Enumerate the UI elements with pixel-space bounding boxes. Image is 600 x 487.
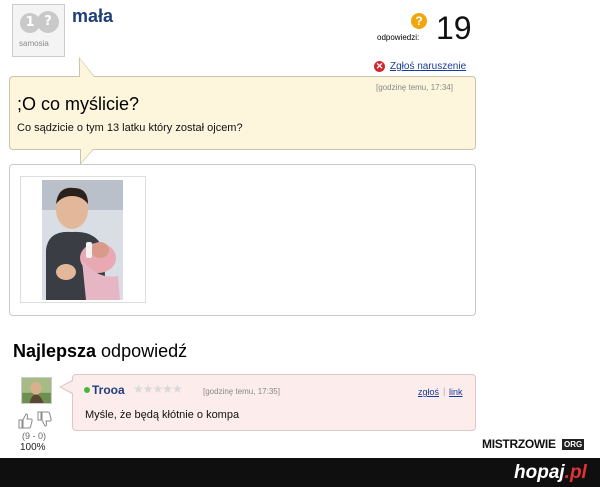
hopaj-logo-main: hopaj xyxy=(514,462,565,483)
answer-text: Myśle, że będą kłótnie o kompa xyxy=(85,409,240,421)
answers-count: 19 xyxy=(436,10,472,46)
answer-avatar[interactable] xyxy=(21,377,52,404)
question-body: Co sądzicie o tym 13 latku który został … xyxy=(17,122,243,134)
question-title: ;O co myślicie? xyxy=(17,94,140,114)
best-answer-heading-bold: Najlepsza xyxy=(13,341,97,361)
hopaj-logo: hopaj.pl xyxy=(514,462,587,484)
vote-count: (9 - 0) xyxy=(22,431,47,441)
answer-report-link[interactable]: zgłoś xyxy=(418,387,439,397)
report-violation-link[interactable]: Zgłoś naruszenie xyxy=(390,61,466,72)
footer-bar xyxy=(0,458,600,487)
best-answer-heading: Najlepsza odpowiedź xyxy=(13,341,187,362)
vote-percent: 100% xyxy=(20,442,46,453)
answers-label: odpowiedzi: xyxy=(377,33,420,42)
question-timestamp: [godzinę temu, 17:34] xyxy=(376,83,453,92)
answer-permalink[interactable]: link xyxy=(449,387,463,397)
answer-box-tail-fill xyxy=(61,381,73,393)
hopaj-logo-suffix: .pl xyxy=(564,462,587,483)
thumb-down-icon[interactable] xyxy=(36,411,52,427)
attachment-box-tail-fill xyxy=(81,149,93,163)
question-mark-icon: ? xyxy=(411,13,427,29)
author-username[interactable]: mała xyxy=(72,6,113,27)
avatar-bubble-right: ? xyxy=(37,11,59,33)
answer-timestamp: [godzinę temu, 17:35] xyxy=(203,387,280,396)
report-icon: ✕ xyxy=(374,61,385,72)
online-dot-icon xyxy=(84,387,90,393)
best-answer-heading-rest: odpowiedź xyxy=(96,341,188,361)
star-icon-rating: ★★★★★ xyxy=(133,382,183,396)
author-avatar[interactable]: 1 ? samosia xyxy=(12,4,65,57)
thumb-up-icon[interactable] xyxy=(17,413,33,429)
photo-thumbnail[interactable] xyxy=(42,180,123,300)
avatar-brand-text: samosia xyxy=(19,39,49,48)
answer-username[interactable]: Trooa xyxy=(92,383,125,397)
mistrzowie-watermark: MISTRZOWIE xyxy=(482,437,556,451)
answer-link-separator: | xyxy=(443,386,446,396)
question-box-tail-fill xyxy=(80,59,94,77)
mistrzowie-org-badge: ORG xyxy=(562,439,585,450)
